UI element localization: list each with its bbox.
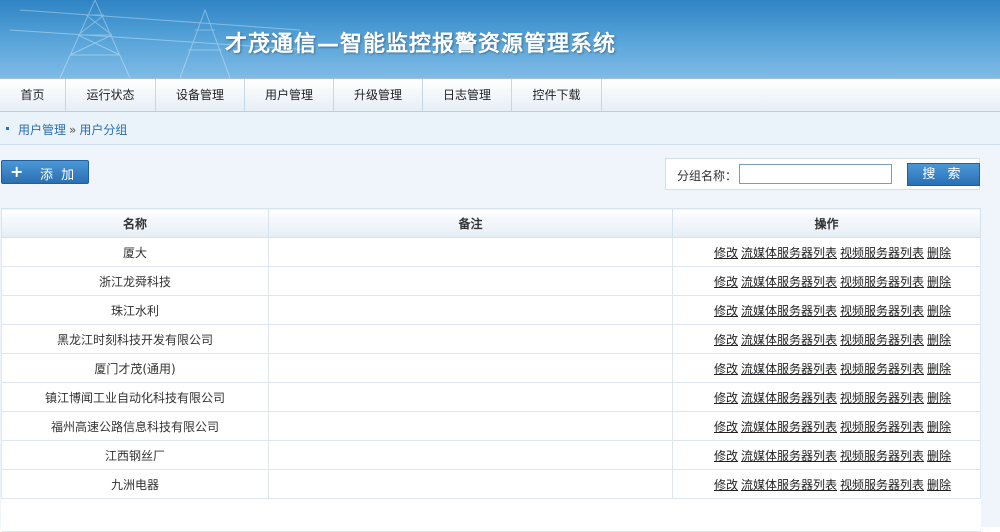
delete-link[interactable]: 删除 (927, 449, 951, 463)
video-server-list-link[interactable]: 视频服务器列表 (840, 304, 924, 318)
actions-cell: 修改 流媒体服务器列表 视频服务器列表 删除 (672, 237, 981, 267)
page-title: 才茂通信—智能监控报警资源管理系统 (225, 32, 617, 57)
edit-link[interactable]: 修改 (714, 420, 738, 434)
video-server-list-link[interactable]: 视频服务器列表 (840, 333, 924, 347)
table-row: 江西钢丝厂 修改 流媒体服务器列表 视频服务器列表 删除 (1, 440, 981, 470)
group-note-cell (268, 324, 673, 354)
nav-item-status[interactable]: 运行状态 (66, 79, 156, 111)
actions-cell: 修改 流媒体服务器列表 视频服务器列表 删除 (672, 440, 981, 470)
bullet-icon (6, 127, 9, 130)
nav-item-downloads[interactable]: 控件下载 (512, 79, 602, 111)
streaming-server-list-link[interactable]: 流媒体服务器列表 (741, 362, 837, 376)
group-note-cell (268, 353, 673, 383)
nav-item-upgrade[interactable]: 升级管理 (334, 79, 423, 111)
video-server-list-link[interactable]: 视频服务器列表 (840, 362, 924, 376)
table-row: 厦大 修改 流媒体服务器列表 视频服务器列表 删除 (1, 237, 981, 267)
breadcrumb-separator: » (69, 123, 77, 137)
table-row: 珠江水利 修改 流媒体服务器列表 视频服务器列表 删除 (1, 295, 981, 325)
actions-cell: 修改 流媒体服务器列表 视频服务器列表 删除 (672, 295, 981, 325)
delete-link[interactable]: 删除 (927, 304, 951, 318)
delete-link[interactable]: 删除 (927, 478, 951, 492)
streaming-server-list-link[interactable]: 流媒体服务器列表 (741, 275, 837, 289)
table-row: 镇江博闻工业自动化科技有限公司 修改 流媒体服务器列表 视频服务器列表 删除 (1, 382, 981, 412)
edit-link[interactable]: 修改 (714, 478, 738, 492)
table-row: 九洲电器 修改 流媒体服务器列表 视频服务器列表 删除 (1, 469, 981, 499)
delete-link[interactable]: 删除 (927, 246, 951, 260)
actions-cell: 修改 流媒体服务器列表 视频服务器列表 删除 (672, 411, 981, 441)
video-server-list-link[interactable]: 视频服务器列表 (840, 391, 924, 405)
group-name-cell: 厦门才茂(通用) (1, 353, 269, 383)
delete-link[interactable]: 删除 (927, 275, 951, 289)
nav-item-users[interactable]: 用户管理 (245, 79, 334, 111)
edit-link[interactable]: 修改 (714, 246, 738, 260)
group-name-cell: 九洲电器 (1, 469, 269, 499)
group-note-cell (268, 469, 673, 499)
search-button[interactable]: 搜 索 (907, 163, 980, 186)
group-name-input[interactable] (739, 164, 892, 184)
streaming-server-list-link[interactable]: 流媒体服务器列表 (741, 420, 837, 434)
group-note-cell (268, 295, 673, 325)
group-name-cell: 镇江博闻工业自动化科技有限公司 (1, 382, 269, 412)
video-server-list-link[interactable]: 视频服务器列表 (840, 420, 924, 434)
group-note-cell (268, 440, 673, 470)
plus-icon: + (10, 162, 24, 181)
streaming-server-list-link[interactable]: 流媒体服务器列表 (741, 478, 837, 492)
video-server-list-link[interactable]: 视频服务器列表 (840, 275, 924, 289)
delete-link[interactable]: 删除 (927, 420, 951, 434)
main-nav: 首页 运行状态 设备管理 用户管理 升级管理 日志管理 控件下载 (0, 78, 1000, 112)
group-note-cell (268, 382, 673, 412)
nav-item-home[interactable]: 首页 (0, 79, 66, 111)
group-table: 名称 备注 操作 厦大 修改 流媒体服务器列表 视频服务器列表 删除 浙江龙舜科技 修改 流媒… (1, 208, 981, 532)
table-header-row: 名称 备注 操作 (1, 208, 981, 238)
streaming-server-list-link[interactable]: 流媒体服务器列表 (741, 304, 837, 318)
column-header-actions: 操作 (672, 208, 981, 238)
group-name-cell: 浙江龙舜科技 (1, 266, 269, 296)
group-name-cell: 福州高速公路信息科技有限公司 (1, 411, 269, 441)
streaming-server-list-link[interactable]: 流媒体服务器列表 (741, 246, 837, 260)
actions-cell: 修改 流媒体服务器列表 视频服务器列表 删除 (672, 266, 981, 296)
actions-cell: 修改 流媒体服务器列表 视频服务器列表 删除 (672, 382, 981, 412)
group-name-cell: 江西钢丝厂 (1, 440, 269, 470)
streaming-server-list-link[interactable]: 流媒体服务器列表 (741, 449, 837, 463)
group-note-cell (268, 266, 673, 296)
delete-link[interactable]: 删除 (927, 391, 951, 405)
group-note-cell (268, 411, 673, 441)
table-row: 黑龙江时刻科技开发有限公司 修改 流媒体服务器列表 视频服务器列表 删除 (1, 324, 981, 354)
table-row: 厦门才茂(通用) 修改 流媒体服务器列表 视频服务器列表 删除 (1, 353, 981, 383)
group-note-cell (268, 237, 673, 267)
column-header-name: 名称 (1, 208, 269, 238)
group-name-cell: 厦大 (1, 237, 269, 267)
add-button[interactable]: + 添 加 (1, 160, 89, 184)
video-server-list-link[interactable]: 视频服务器列表 (840, 478, 924, 492)
video-server-list-link[interactable]: 视频服务器列表 (840, 246, 924, 260)
main-content: + 添 加 分组名称： 搜 索 名称 备注 操作 厦大 修改 流媒体服务器列表 视频服… (0, 145, 1000, 532)
edit-link[interactable]: 修改 (714, 333, 738, 347)
table-row: 浙江龙舜科技 修改 流媒体服务器列表 视频服务器列表 删除 (1, 266, 981, 296)
streaming-server-list-link[interactable]: 流媒体服务器列表 (741, 391, 837, 405)
group-name-cell: 珠江水利 (1, 295, 269, 325)
actions-cell: 修改 流媒体服务器列表 视频服务器列表 删除 (672, 353, 981, 383)
edit-link[interactable]: 修改 (714, 362, 738, 376)
edit-link[interactable]: 修改 (714, 275, 738, 289)
breadcrumb-parent[interactable]: 用户管理 (18, 123, 66, 137)
add-button-label: 添 加 (40, 168, 77, 183)
column-header-note: 备注 (268, 208, 673, 238)
delete-link[interactable]: 删除 (927, 362, 951, 376)
app-header: 才茂通信—智能监控报警资源管理系统 (0, 0, 1000, 78)
nav-item-logs[interactable]: 日志管理 (423, 79, 512, 111)
group-name-cell: 黑龙江时刻科技开发有限公司 (1, 324, 269, 354)
actions-cell: 修改 流媒体服务器列表 视频服务器列表 删除 (672, 324, 981, 354)
breadcrumb: 用户管理» 用户分组 (0, 112, 1000, 145)
table-row: 福州高速公路信息科技有限公司 修改 流媒体服务器列表 视频服务器列表 删除 (1, 411, 981, 441)
streaming-server-list-link[interactable]: 流媒体服务器列表 (741, 333, 837, 347)
video-server-list-link[interactable]: 视频服务器列表 (840, 449, 924, 463)
nav-item-devices[interactable]: 设备管理 (156, 79, 245, 111)
edit-link[interactable]: 修改 (714, 449, 738, 463)
edit-link[interactable]: 修改 (714, 304, 738, 318)
search-label: 分组名称： (677, 169, 738, 183)
edit-link[interactable]: 修改 (714, 391, 738, 405)
breadcrumb-current: 用户分组 (79, 123, 128, 137)
delete-link[interactable]: 删除 (927, 333, 951, 347)
actions-cell: 修改 流媒体服务器列表 视频服务器列表 删除 (672, 469, 981, 499)
